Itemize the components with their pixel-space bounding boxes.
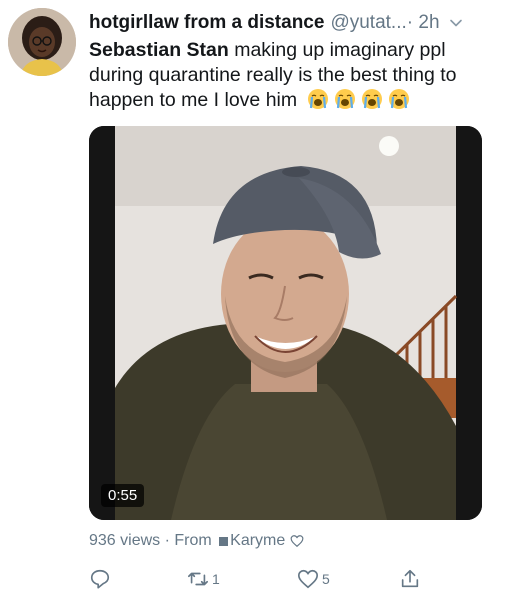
like-count: 5 — [322, 571, 330, 587]
heart-outline-icon — [290, 535, 304, 548]
retweet-count: 1 — [212, 571, 220, 587]
tweet-time[interactable]: · 2h — [407, 12, 440, 34]
loudly-crying-face-icon — [361, 89, 382, 109]
source-name[interactable]: Karyme — [230, 532, 285, 550]
chevron-down-icon[interactable] — [448, 15, 464, 31]
tweet-text: Sebastian Stan making up imaginary ppl d… — [89, 38, 499, 113]
tweet-meta: 936 views · From Karyme — [89, 532, 304, 550]
reply-button[interactable] — [89, 565, 114, 593]
loudly-crying-face-icon — [307, 89, 328, 109]
tweet-actions: 1 5 — [89, 565, 419, 593]
display-name[interactable]: hotgirllaw from a distance — [89, 12, 324, 34]
video-thumbnail — [89, 126, 482, 520]
retweet-icon — [188, 572, 208, 586]
emoji-group — [307, 88, 410, 110]
mention-link[interactable]: Sebastian Stan — [89, 39, 229, 61]
retweet-button[interactable]: 1 — [187, 565, 220, 593]
loudly-crying-face-icon — [334, 89, 355, 109]
video-duration: 0:55 — [101, 484, 145, 507]
reply-icon — [90, 569, 110, 589]
source-prefix: · From — [160, 532, 217, 549]
source-square-icon — [219, 536, 229, 546]
share-button[interactable] — [399, 565, 421, 593]
share-icon — [401, 569, 419, 588]
like-button[interactable]: 5 — [297, 565, 330, 593]
loudly-crying-face-icon — [388, 89, 409, 109]
avatar-image — [8, 8, 76, 76]
view-count: 936 views — [89, 532, 161, 549]
avatar[interactable] — [8, 8, 76, 76]
video-player[interactable]: 0:55 — [89, 126, 482, 520]
user-handle[interactable]: @yutat... — [330, 12, 406, 34]
heart-icon — [298, 569, 318, 589]
tweet-header: hotgirllaw from a distance @yutat... · 2… — [89, 10, 499, 36]
